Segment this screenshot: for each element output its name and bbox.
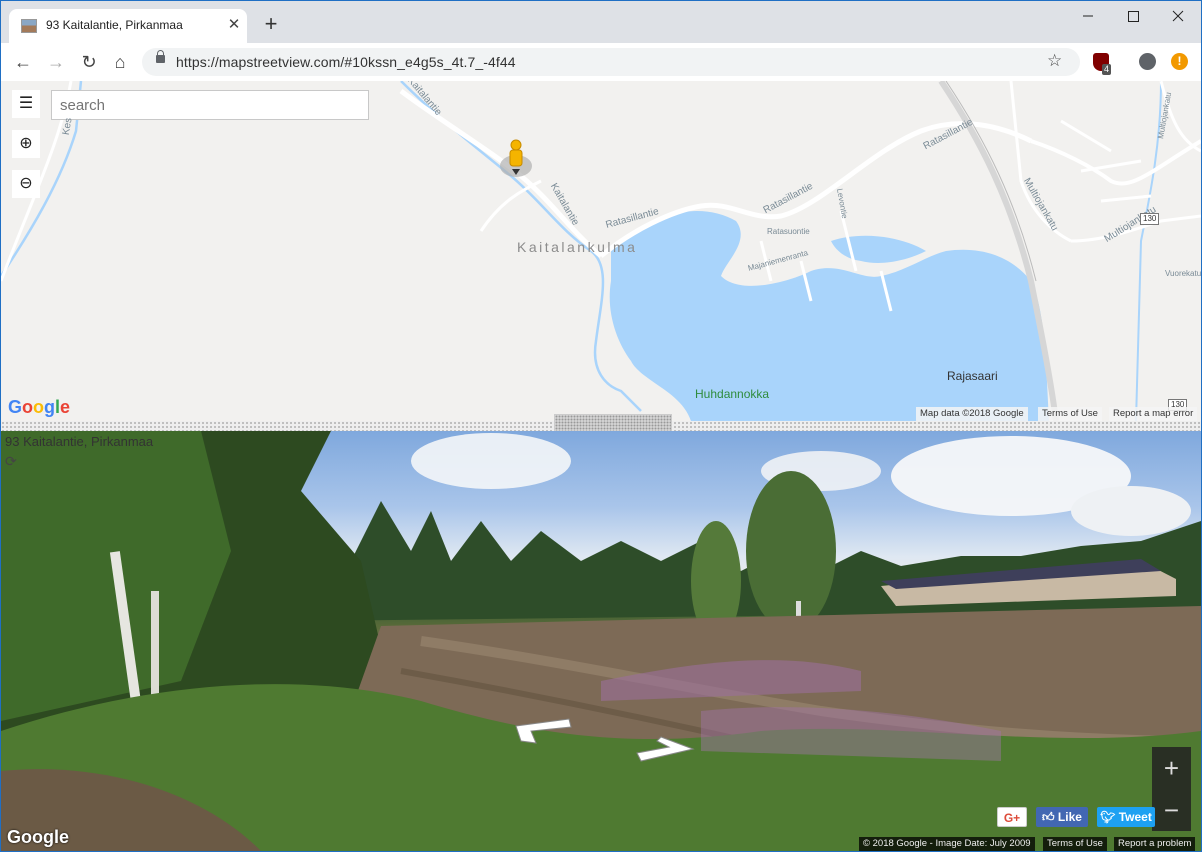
browser-window: 93 Kaitalantie, Pirkanmaa ✕ + ← → ↻ ⌂ ht… — [0, 0, 1202, 852]
close-icon — [1172, 10, 1184, 22]
google-logo: Google — [8, 397, 71, 417]
tab-title: 93 Kaitalantie, Pirkanmaa — [46, 18, 183, 32]
street-view-zoom-control: + − — [1152, 747, 1191, 831]
street-view-scene[interactable] — [1, 431, 1201, 851]
maximize-button[interactable] — [1110, 1, 1156, 31]
forward-button[interactable]: → — [44, 50, 68, 74]
zoom-in-button[interactable]: ⊕ — [12, 130, 40, 158]
facebook-like-button[interactable]: 👍︎ Like — [1036, 807, 1088, 827]
report-map-error-link[interactable]: Report a map error — [1109, 407, 1198, 421]
google-plus-share-button[interactable]: G+ — [997, 807, 1027, 827]
tab-strip: 93 Kaitalantie, Pirkanmaa ✕ + — [1, 1, 1201, 43]
road-label: Vuorekatu — [1165, 269, 1201, 278]
report-problem-link[interactable]: Report a problem — [1114, 837, 1196, 851]
lock-icon — [156, 50, 165, 63]
tweet-button[interactable]: 🐦︎ Tweet — [1097, 807, 1155, 827]
active-tab[interactable]: 93 Kaitalantie, Pirkanmaa ✕ — [9, 9, 247, 43]
map-panel[interactable]: ☰ ⊕ ⊖ Kaitalantie Kaitalantie Ratasillan… — [1, 81, 1201, 421]
profile-avatar-icon[interactable] — [1139, 53, 1156, 70]
browser-toolbar: ← → ↻ ⌂ https://mapstreetview.com/#10kss… — [1, 43, 1201, 82]
back-button[interactable]: ← — [11, 50, 35, 74]
extension-badge: 4 — [1102, 64, 1112, 75]
zoom-out-button[interactable]: − — [1152, 789, 1191, 831]
road-label: Ratasuontie — [767, 227, 810, 236]
street-view-address: 93 Kaitalantie, Pirkanmaa — [5, 434, 154, 449]
google-logo: Google — [7, 827, 69, 847]
map-data-credit: Map data ©2018 Google — [916, 407, 1028, 421]
like-label: Like — [1057, 810, 1082, 824]
address-bar[interactable]: https://mapstreetview.com/#10kssn_e4g5s_… — [142, 48, 1080, 76]
image-date-credit: © 2018 Google - Image Date: July 2009 — [859, 837, 1035, 851]
minimize-button[interactable] — [1065, 1, 1111, 31]
tab-close-icon[interactable]: ✕ — [224, 15, 244, 35]
new-tab-button[interactable]: + — [259, 13, 283, 37]
favicon-icon — [21, 19, 37, 33]
url-text: https://mapstreetview.com/#10kssn_e4g5s_… — [176, 54, 516, 70]
terms-of-use-link[interactable]: Terms of Use — [1038, 407, 1102, 421]
place-label: Rajasaari — [947, 369, 998, 383]
zoom-out-button[interactable]: ⊖ — [12, 170, 40, 198]
zoom-in-button[interactable]: + — [1152, 747, 1191, 789]
search-input[interactable] — [51, 90, 369, 120]
reload-button[interactable]: ↻ — [77, 50, 101, 74]
thumbs-up-icon: 👍︎ — [1042, 810, 1058, 824]
menu-button[interactable]: ☰ — [12, 90, 40, 118]
road-number-badge: 130 — [1140, 213, 1160, 225]
terms-of-use-link[interactable]: Terms of Use — [1043, 837, 1107, 851]
minimize-icon — [1083, 15, 1093, 17]
update-alert-icon[interactable]: ! — [1171, 53, 1188, 70]
close-window-button[interactable] — [1155, 1, 1201, 31]
home-button[interactable]: ⌂ — [108, 50, 132, 74]
bookmark-star-icon[interactable]: ☆ — [1047, 51, 1062, 71]
maximize-icon — [1128, 11, 1139, 22]
street-view-panel[interactable]: 93 Kaitalantie, Pirkanmaa ⟳ + − G+ 👍︎ Li… — [1, 431, 1201, 851]
place-label: Huhdannokka — [695, 387, 770, 401]
tweet-label: Tweet — [1118, 810, 1152, 824]
place-label: Kaitalankulma — [517, 239, 638, 255]
twitter-bird-icon: 🐦︎ — [1100, 810, 1119, 824]
rotate-icon[interactable]: ⟳ — [5, 453, 17, 470]
